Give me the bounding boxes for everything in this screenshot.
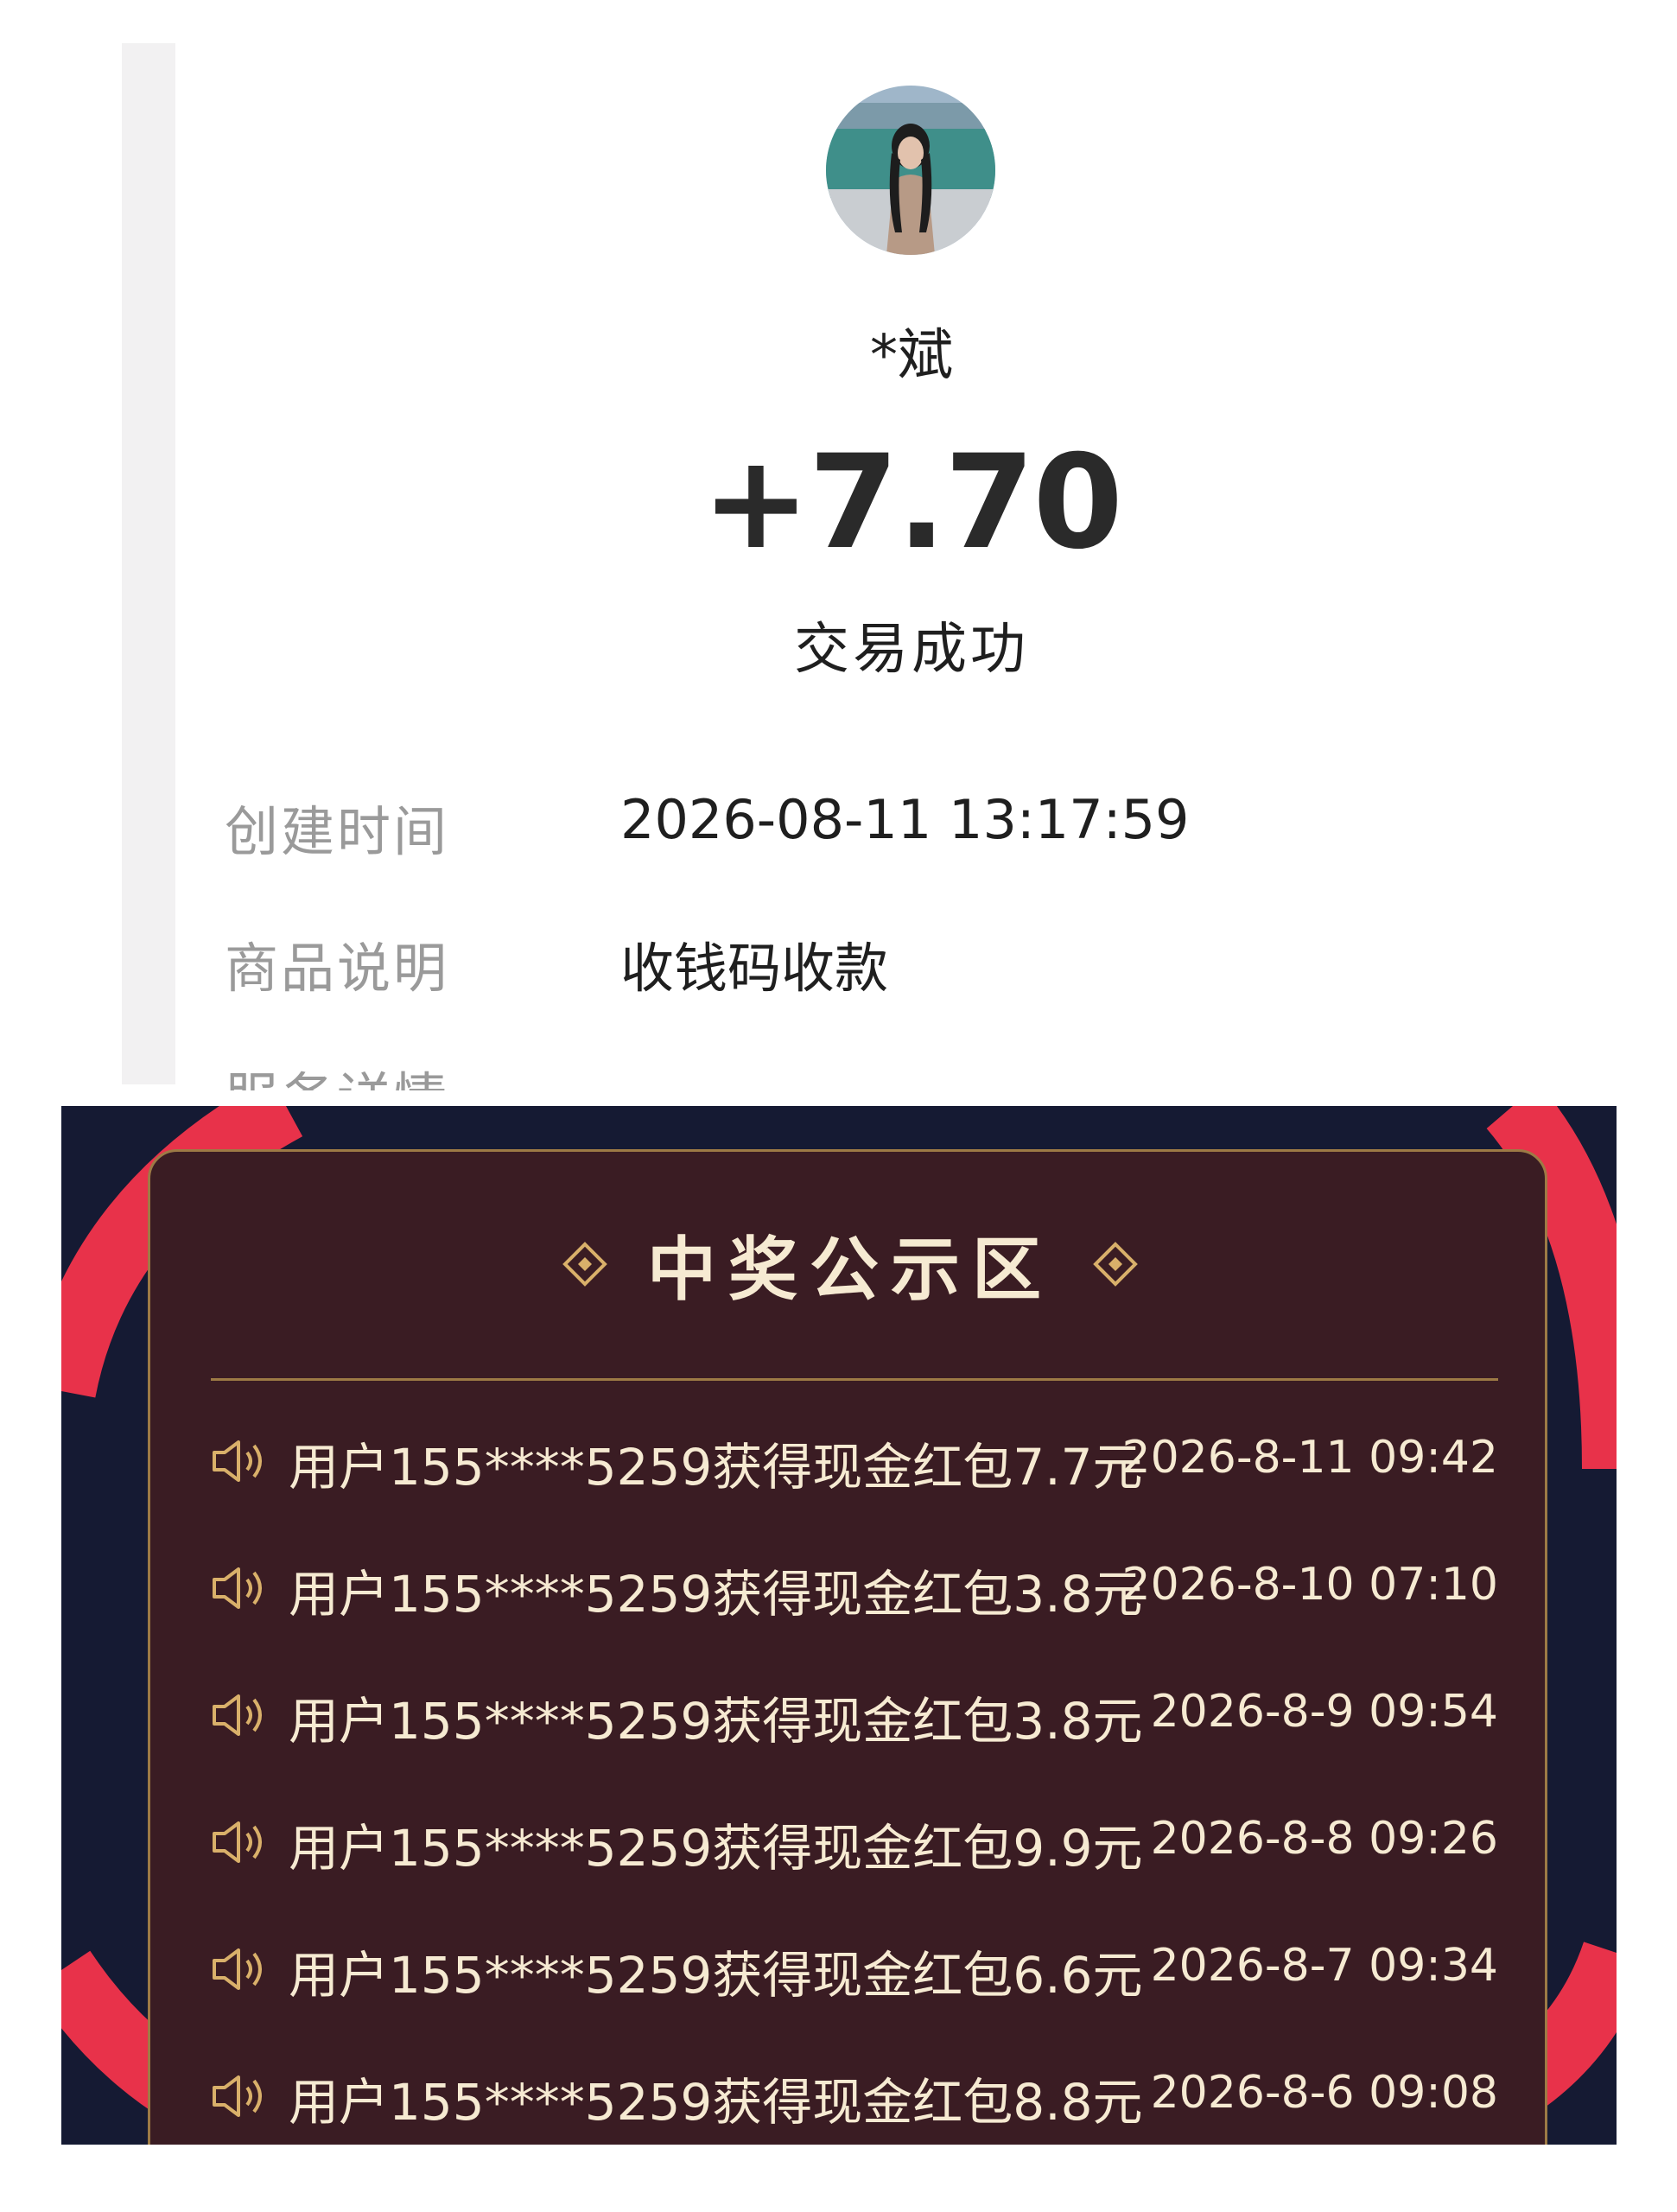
winner-time: 2026-8-7 09:34 (1150, 1940, 1498, 1992)
board-title-row: 中奖公示区 (150, 1214, 1550, 1310)
bottom-margin (0, 2145, 1677, 2212)
transaction-status: 交易成功 (794, 618, 1029, 682)
detail-value: 2026-08-11 13:17:59 (620, 788, 1190, 851)
speaker-icon (213, 1948, 262, 1990)
section-gap (0, 1090, 1677, 1106)
diamond-icon (562, 1242, 607, 1287)
winner-time: 2026-8-6 09:08 (1150, 2067, 1498, 2119)
winner-time: 2026-8-10 07:10 (1121, 1559, 1499, 1611)
winners-board: 中奖公示区 用户155****5259获得现金红包7.7元 2026-8-11 … (148, 1149, 1547, 2145)
winner-text: 用户155****5259获得现金红包6.6元 (289, 1946, 1143, 2005)
list-item: 用户155****5259获得现金红包3.8元 2026-8-10 07:10 (211, 1545, 1499, 1624)
payer-avatar[interactable] (826, 86, 995, 255)
detail-label: 商品说明 (225, 937, 450, 1000)
winner-time: 2026-8-11 09:42 (1121, 1432, 1499, 1484)
board-title: 中奖公示区 (647, 1230, 1053, 1310)
speaker-icon (213, 1440, 262, 1482)
avatar-photo-icon (826, 86, 995, 255)
list-item: 用户155****5259获得现金红包9.9元 2026-8-8 09:26 (211, 1799, 1498, 1878)
list-item: 用户155****5259获得现金红包3.8元 2026-8-9 09:54 (211, 1672, 1498, 1751)
transaction-amount: +7.70 (702, 428, 1123, 578)
list-item: 用户155****5259获得现金红包6.6元 2026-8-7 09:34 (211, 1926, 1498, 2005)
list-item: 用户155****5259获得现金红包8.8元 2026-8-6 09:08 (211, 2053, 1498, 2132)
detail-value: 收钱码收款 (620, 937, 889, 1000)
winner-text: 用户155****5259获得现金红包8.8元 (289, 2073, 1143, 2132)
winner-time: 2026-8-9 09:54 (1150, 1686, 1498, 1738)
detail-label: 创建时间 (225, 800, 450, 863)
speaker-icon (213, 2075, 262, 2117)
service-details-label[interactable]: 服务详情 (225, 1054, 449, 1090)
winner-text: 用户155****5259获得现金红包9.9元 (289, 1819, 1143, 1878)
winners-board-screenshot: 中奖公示区 用户155****5259获得现金红包7.7元 2026-8-11 … (61, 1106, 1617, 2145)
diamond-icon (1093, 1242, 1138, 1287)
speaker-icon (213, 1567, 262, 1609)
speaker-icon (213, 1821, 262, 1863)
winner-text: 用户155****5259获得现金红包7.7元 (289, 1438, 1143, 1497)
speaker-icon (213, 1694, 262, 1736)
winner-text: 用户155****5259获得现金红包3.8元 (289, 1565, 1143, 1624)
payer-name: *斌 (870, 324, 953, 388)
winner-text: 用户155****5259获得现金红包3.8元 (289, 1692, 1143, 1751)
winner-time: 2026-8-8 09:26 (1150, 1813, 1498, 1865)
list-item: 用户155****5259获得现金红包7.7元 2026-8-11 09:42 (211, 1418, 1499, 1497)
transaction-detail-screen: *斌 +7.70 交易成功 创建时间 2026-08-11 13:17:59 商… (0, 0, 1677, 1090)
board-divider (211, 1378, 1498, 1381)
